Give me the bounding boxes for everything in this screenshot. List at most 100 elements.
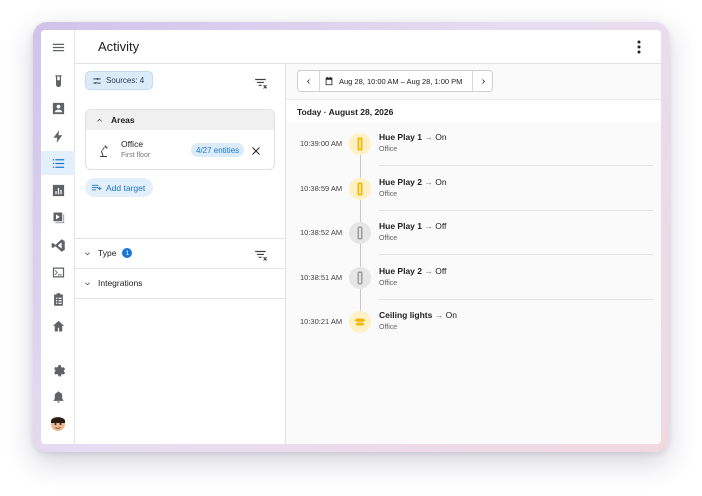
timeline-event[interactable]: 10:39:00 AM Hue Play 1 → On Office bbox=[287, 122, 661, 166]
date-range-picker[interactable]: Aug 28, 10:00 AM – Aug 28, 1:00 PM bbox=[324, 71, 462, 91]
integrations-label: Integrations bbox=[98, 278, 143, 288]
clipboard-list-icon[interactable] bbox=[43, 287, 73, 311]
light-bar-icon bbox=[349, 133, 371, 155]
area-row: Office First floor 4/27 entities bbox=[86, 130, 274, 169]
lightning-icon[interactable] bbox=[43, 124, 73, 148]
light-bar-icon bbox=[349, 266, 371, 289]
event-time: 10:38:52 AM bbox=[300, 228, 343, 237]
chevron-up-icon bbox=[97, 118, 102, 122]
event-area: Office bbox=[379, 279, 398, 287]
event-entity-name[interactable]: Ceiling lights bbox=[379, 310, 432, 320]
sources-chip-label: Sources: 4 bbox=[106, 76, 145, 85]
event-area: Office bbox=[379, 235, 398, 242]
home-icon[interactable] bbox=[43, 314, 73, 338]
event-state: On bbox=[435, 176, 447, 187]
logbook-list-icon[interactable] bbox=[41, 151, 75, 175]
area-name: Office bbox=[121, 139, 144, 149]
settings-icon[interactable] bbox=[43, 357, 73, 381]
event-state: On bbox=[445, 310, 457, 320]
clear-filters-icon[interactable] bbox=[254, 76, 268, 89]
tune-icon bbox=[93, 77, 101, 84]
divider bbox=[319, 71, 320, 91]
event-time: 10:39:00 AM bbox=[300, 139, 343, 148]
timeline-event[interactable]: 10:38:51 AM Hue Play 2 → Off Office bbox=[287, 256, 661, 300]
desk-lamp-icon bbox=[98, 144, 110, 158]
timeline-event[interactable]: 10:30:21 AM Ceiling lights → On Office bbox=[287, 300, 661, 344]
playlist-add-icon bbox=[91, 184, 102, 190]
event-area: Office bbox=[379, 324, 398, 331]
activity-panel: Aug 28, 10:00 AM – Aug 28, 1:00 PM Today… bbox=[287, 64, 661, 444]
chevron-down-icon bbox=[85, 251, 90, 255]
account-box-icon[interactable] bbox=[43, 96, 73, 120]
media-icon[interactable] bbox=[43, 205, 73, 229]
type-section-header[interactable]: Type 1 bbox=[83, 246, 133, 260]
event-title: Hue Play 1 → Off bbox=[379, 221, 446, 231]
chevron-left-icon bbox=[307, 78, 310, 84]
event-entity-name[interactable]: Hue Play 1 bbox=[379, 221, 422, 231]
sidebar bbox=[41, 30, 75, 444]
app-window: Activity Sources: 4 Areas Office First f… bbox=[41, 30, 661, 444]
divider bbox=[75, 298, 286, 299]
type-count-badge: 1 bbox=[122, 248, 133, 258]
integrations-section-header[interactable]: Integrations bbox=[83, 276, 142, 290]
chevron-down-icon bbox=[85, 281, 90, 285]
history-chart-icon[interactable] bbox=[43, 178, 73, 202]
calendar-icon bbox=[325, 76, 333, 86]
event-title: Hue Play 1 → On bbox=[379, 132, 447, 142]
event-title: Ceiling lights → On bbox=[379, 310, 457, 320]
sources-chip[interactable]: Sources: 4 bbox=[85, 71, 154, 90]
event-area: Office bbox=[379, 146, 398, 153]
page-title: Activity bbox=[98, 39, 140, 54]
areas-title: Areas bbox=[111, 115, 135, 125]
divider bbox=[75, 268, 286, 269]
top-app-bar: Activity bbox=[75, 30, 661, 64]
add-target-label: Add target bbox=[106, 182, 146, 193]
event-title: Hue Play 2 → Off bbox=[379, 266, 446, 276]
event-state: On bbox=[435, 132, 447, 142]
event-entity-name[interactable]: Hue Play 2 bbox=[379, 266, 422, 276]
menu-icon[interactable] bbox=[43, 35, 73, 59]
areas-card: Areas Office First floor 4/27 entities bbox=[85, 109, 275, 170]
code-icon[interactable] bbox=[43, 233, 73, 257]
event-area: Office bbox=[379, 190, 398, 198]
arrow-right-icon: → bbox=[422, 265, 436, 276]
event-state: Off bbox=[435, 221, 447, 231]
light-bar-icon bbox=[349, 222, 371, 244]
previous-range-button[interactable] bbox=[298, 71, 319, 91]
event-entity-name[interactable]: Hue Play 2 bbox=[379, 177, 422, 187]
type-label: Type bbox=[98, 248, 117, 258]
light-bar-icon bbox=[349, 177, 371, 200]
arrow-right-icon: → bbox=[422, 176, 436, 187]
day-header: Today · August 28, 2026 bbox=[287, 99, 661, 122]
entities-chip[interactable]: 4/27 entities bbox=[191, 143, 245, 157]
event-time: 10:30:21 AM bbox=[300, 317, 343, 326]
avatar[interactable] bbox=[48, 413, 68, 433]
areas-header[interactable]: Areas bbox=[86, 110, 274, 130]
arrow-right-icon: → bbox=[422, 132, 436, 142]
event-state: Off bbox=[435, 265, 447, 276]
divider bbox=[75, 238, 286, 239]
terminal-icon[interactable] bbox=[43, 260, 73, 284]
timeline-event[interactable]: 10:38:52 AM Hue Play 1 → Off Office bbox=[287, 211, 661, 255]
remove-area-icon[interactable] bbox=[250, 144, 262, 156]
bell-icon[interactable] bbox=[43, 384, 73, 408]
arrow-right-icon: → bbox=[432, 310, 446, 320]
activity-timeline: 10:39:00 AM Hue Play 1 → On Office 10:38:59… bbox=[287, 122, 661, 444]
chevron-right-icon bbox=[482, 78, 485, 84]
overflow-menu-icon[interactable] bbox=[633, 39, 645, 55]
filter-panel: Sources: 4 Areas Office First floor 4/27… bbox=[75, 64, 286, 444]
ceiling-light-icon bbox=[349, 311, 371, 333]
add-target-button[interactable]: Add target bbox=[85, 178, 154, 197]
event-title: Hue Play 2 → On bbox=[379, 177, 447, 187]
arrow-right-icon: → bbox=[422, 221, 436, 231]
event-entity-name[interactable]: Hue Play 1 bbox=[379, 132, 422, 142]
area-floor: First floor bbox=[121, 152, 151, 159]
date-range-toolbar: Aug 28, 10:00 AM – Aug 28, 1:00 PM bbox=[297, 70, 493, 92]
date-range-label: Aug 28, 10:00 AM – Aug 28, 1:00 PM bbox=[339, 76, 463, 86]
event-time: 10:38:59 AM bbox=[300, 183, 343, 193]
clear-type-filter-icon[interactable] bbox=[254, 248, 268, 261]
test-tube-icon[interactable] bbox=[43, 69, 73, 93]
timeline-event[interactable]: 10:38:59 AM Hue Play 2 → On Office bbox=[287, 167, 661, 211]
event-time: 10:38:51 AM bbox=[300, 272, 343, 282]
next-range-button[interactable] bbox=[473, 71, 494, 91]
